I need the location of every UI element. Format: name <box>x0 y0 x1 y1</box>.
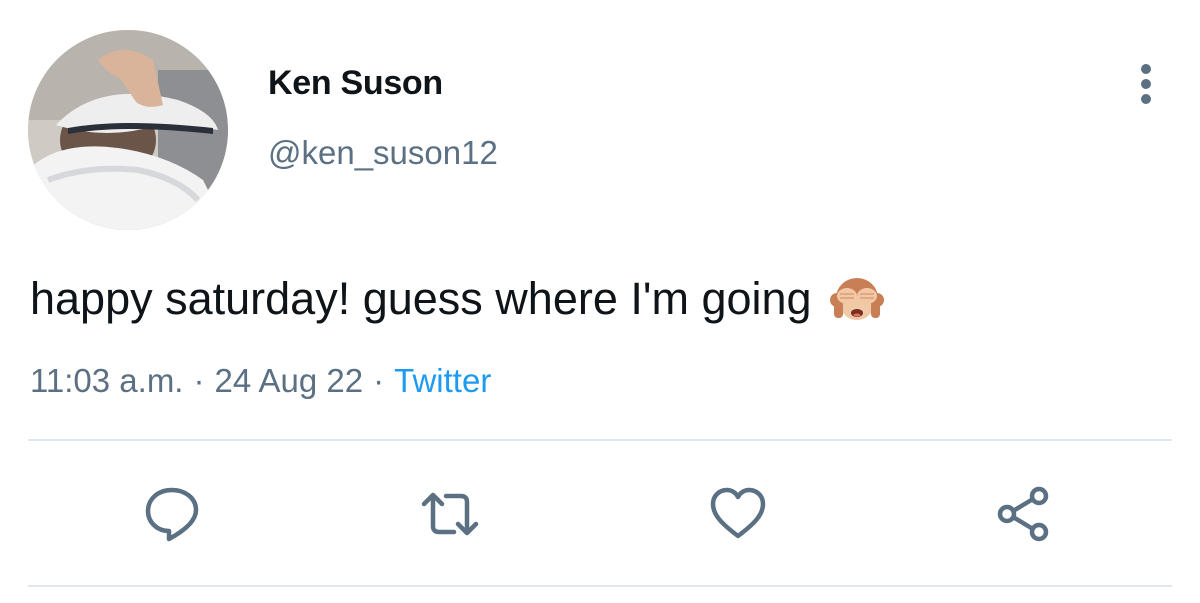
like-icon <box>710 487 766 539</box>
like-button[interactable] <box>708 484 768 544</box>
tweet-time[interactable]: 11:03 a.m. <box>30 362 183 399</box>
retweet-button[interactable] <box>420 484 480 544</box>
divider-bottom <box>28 585 1172 587</box>
avatar-image <box>28 30 228 230</box>
tweet-source-link[interactable]: Twitter <box>394 362 491 399</box>
meta-separator: · <box>193 362 205 399</box>
tweet-text: happy saturday! guess where I'm going <box>30 272 884 326</box>
see-no-evil-monkey-emoji <box>829 272 884 326</box>
avatar[interactable] <box>28 30 228 230</box>
tweet-date[interactable]: 24 Aug 22 <box>214 362 363 399</box>
reply-icon <box>145 487 199 542</box>
user-handle[interactable]: @ken_suson12 <box>268 134 498 172</box>
display-name[interactable]: Ken Suson <box>268 64 443 103</box>
share-icon <box>997 486 1049 542</box>
tweet-meta: 11:03 a.m. · 24 Aug 22 · Twitter <box>30 362 491 400</box>
reply-button[interactable] <box>142 484 202 544</box>
tweet-body: happy saturday! guess where I'm going <box>30 273 812 324</box>
more-options-icon[interactable] <box>1128 62 1164 106</box>
retweet-icon <box>421 492 479 536</box>
divider-top <box>28 439 1172 441</box>
meta-separator: · <box>373 362 385 399</box>
tweet-card: Ken Suson @ken_suson12 happy saturday! g… <box>0 0 1200 603</box>
share-button[interactable] <box>994 484 1054 544</box>
